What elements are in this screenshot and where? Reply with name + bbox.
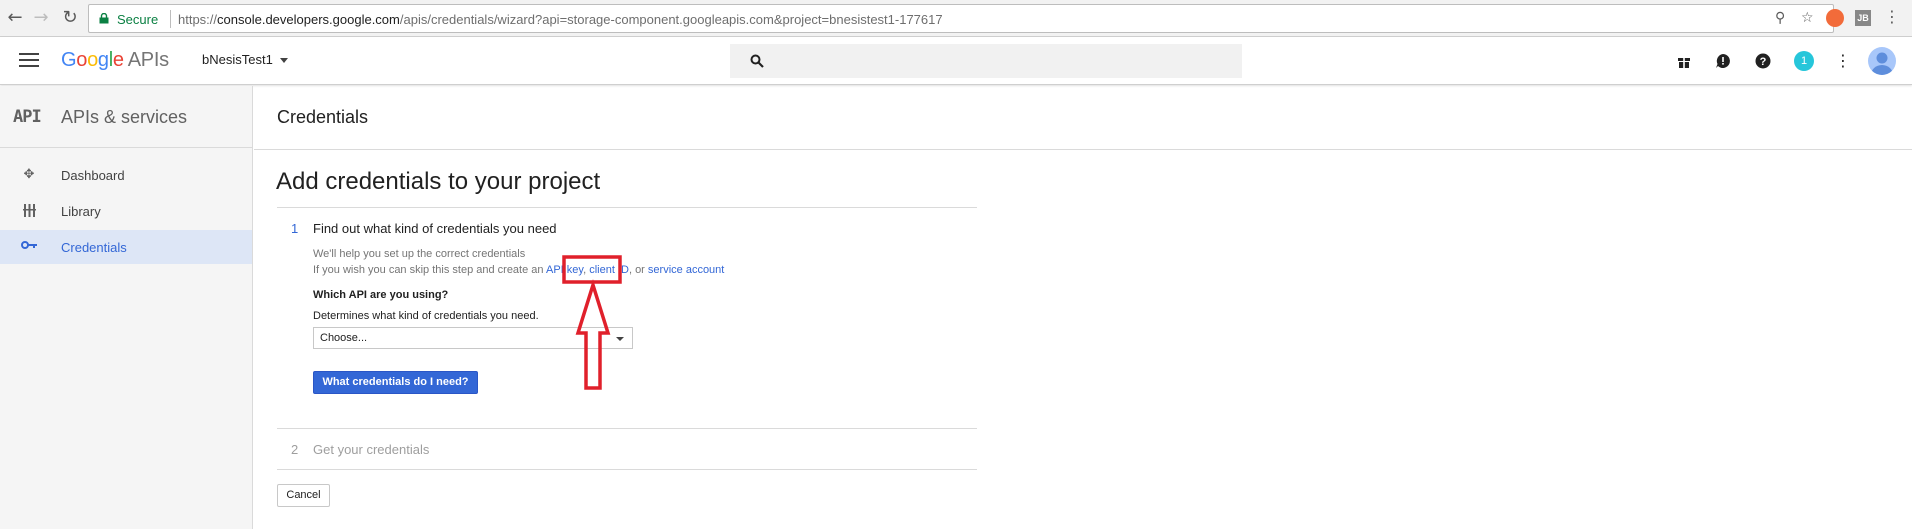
api-key-link[interactable]: API key: [546, 264, 583, 276]
api-logo-icon: API: [13, 107, 42, 127]
page-title: Credentials: [277, 107, 369, 127]
api-select[interactable]: Choose...: [313, 327, 633, 349]
notifications-badge[interactable]: 1: [1794, 51, 1814, 71]
cancel-button[interactable]: Cancel: [277, 484, 330, 507]
chevron-down-icon: [616, 337, 624, 341]
lock-icon: [99, 13, 109, 24]
sidebar-item-dashboard[interactable]: ✥ Dashboard: [0, 158, 252, 192]
key-icon: [21, 240, 37, 254]
url-host: console.developers.google.com: [217, 12, 400, 27]
search-input[interactable]: [730, 44, 1242, 78]
more-vert-icon[interactable]: ⋮: [1833, 51, 1853, 71]
sidebar-item-label: Credentials: [61, 240, 127, 255]
main-heading: Add credentials to your project: [276, 168, 601, 195]
url-text[interactable]: https://console.developers.google.com/ap…: [178, 12, 943, 27]
address-bar[interactable]: Secure https://console.developers.google…: [88, 4, 1834, 33]
step-number: 1: [291, 221, 299, 236]
pin-icon[interactable]: ⚲: [1775, 10, 1785, 26]
select-value: Choose...: [320, 332, 368, 344]
secure-label: Secure: [117, 12, 159, 27]
dashboard-icon: ✥: [23, 167, 35, 182]
svg-text:?: ?: [1760, 56, 1767, 68]
sidebar-item-label: Dashboard: [61, 168, 125, 183]
help-text: We'll help you set up the correct creden…: [313, 248, 526, 260]
app-header: Google APIs bNesisTest1 ? 1 ⋮: [0, 37, 1912, 85]
google-apis-logo[interactable]: Google APIs: [61, 49, 169, 72]
help-icon[interactable]: ?: [1753, 51, 1773, 71]
divider: [277, 207, 977, 208]
divider: [277, 469, 977, 470]
sidebar-item-label: Library: [61, 204, 101, 219]
browser-toolbar: ← → ↻ Secure https://console.developers.…: [0, 0, 1912, 37]
extension-icon[interactable]: [1826, 9, 1844, 27]
hamburger-menu-icon[interactable]: [19, 53, 39, 67]
step-title: Find out what kind of credentials you ne…: [313, 221, 557, 236]
sidebar: API APIs & services ✥ Dashboard Library …: [0, 86, 253, 529]
chrome-menu-icon[interactable]: ⋮: [1884, 7, 1900, 26]
sidebar-item-library[interactable]: Library: [0, 194, 252, 228]
chevron-down-icon: [279, 58, 288, 64]
bookmark-star-icon[interactable]: ☆: [1801, 10, 1814, 26]
url-path: /apis/credentials/wizard?api=storage-com…: [399, 12, 943, 27]
gift-icon[interactable]: [1674, 51, 1694, 71]
search-icon: [750, 54, 764, 68]
sidebar-item-credentials[interactable]: Credentials: [0, 230, 252, 264]
jb-extension-icon[interactable]: JB: [1855, 10, 1871, 26]
service-account-link[interactable]: service account: [648, 264, 724, 276]
project-selector[interactable]: bNesisTest1: [202, 52, 288, 67]
forward-arrow-icon[interactable]: →: [30, 7, 52, 29]
client-id-link[interactable]: client ID: [589, 264, 629, 276]
sidebar-title: APIs & services: [61, 107, 188, 127]
step-number: 2: [291, 442, 299, 457]
project-name: bNesisTest1: [202, 52, 273, 67]
library-icon: [21, 204, 37, 218]
back-arrow-icon[interactable]: ←: [4, 7, 26, 29]
omnibox-divider: [170, 10, 171, 28]
what-credentials-button[interactable]: What credentials do I need?: [313, 371, 478, 394]
field-label: Which API are you using?: [313, 289, 449, 301]
feedback-icon[interactable]: [1713, 51, 1733, 71]
field-description: Determines what kind of credentials you …: [313, 310, 539, 322]
reload-icon[interactable]: ↻: [59, 7, 81, 29]
avatar[interactable]: [1868, 47, 1896, 75]
page-title-bar: Credentials: [254, 86, 1912, 150]
step-title: Get your credentials: [313, 442, 430, 457]
url-scheme: https://: [178, 12, 218, 27]
sidebar-header: API APIs & services: [0, 86, 252, 148]
divider: [277, 428, 977, 429]
help-text-links: If you wish you can skip this step and c…: [313, 264, 725, 276]
